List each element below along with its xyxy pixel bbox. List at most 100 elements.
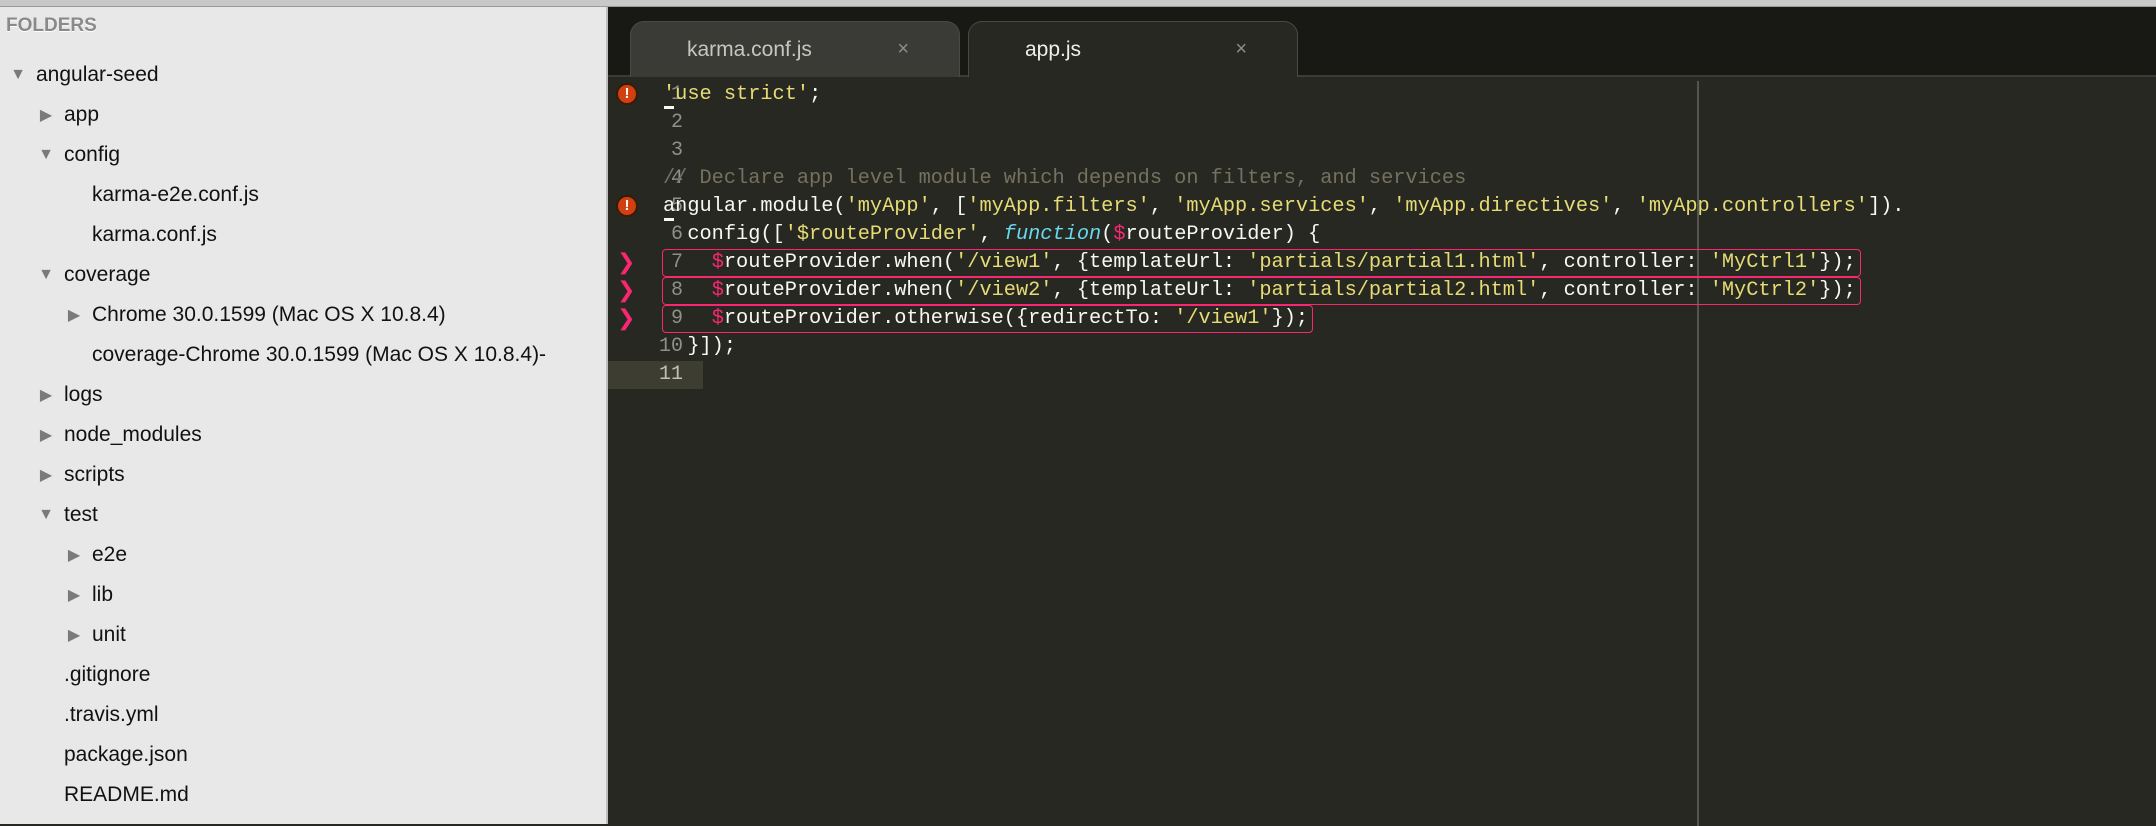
code-token: routeProvider) { bbox=[1125, 223, 1321, 246]
cursor-caret bbox=[664, 218, 674, 221]
code-token: function bbox=[1003, 223, 1102, 246]
tree-item[interactable]: .travis.yml bbox=[0, 695, 606, 735]
line-number: 3 bbox=[670, 139, 683, 162]
tree-item[interactable]: karma.conf.js bbox=[0, 215, 606, 255]
tree-item-label: .gitignore bbox=[64, 663, 151, 686]
code-line: 'use strict'; bbox=[663, 81, 821, 109]
tree-item-label: lib bbox=[92, 583, 114, 606]
disclosure-expanded-icon[interactable]: ▼ bbox=[36, 266, 56, 284]
tree-item-label: coverage-Chrome 30.0.1599 (Mac OS X 10.8… bbox=[92, 343, 547, 366]
tree-item[interactable]: ▶ unit bbox=[0, 615, 606, 655]
tree-item-label: scripts bbox=[64, 463, 125, 486]
tab-bar: karma.conf.js × app.js × bbox=[608, 7, 2156, 77]
tree-item-label: karma-e2e.conf.js bbox=[92, 183, 259, 206]
tree-item[interactable]: package.json bbox=[0, 735, 606, 775]
disclosure-collapsed-icon[interactable]: ▶ bbox=[64, 545, 84, 565]
tree-item-label: e2e bbox=[92, 543, 128, 566]
code-token: , bbox=[1368, 195, 1394, 218]
error-icon[interactable]: ! bbox=[616, 83, 638, 105]
window-title-bar bbox=[0, 0, 2156, 7]
close-icon[interactable]: × bbox=[1235, 38, 1247, 61]
tree-item[interactable]: ▶ Chrome 30.0.1599 (Mac OS X 10.8.4) bbox=[0, 295, 606, 335]
tree-item[interactable]: ▼ test bbox=[0, 495, 606, 535]
lint-highlight-box bbox=[662, 305, 1314, 333]
disclosure-collapsed-icon[interactable]: ▶ bbox=[64, 625, 84, 645]
code-token: , bbox=[979, 223, 1004, 246]
code-token: config([ bbox=[663, 223, 785, 246]
code-line: angular.module('myApp', ['myApp.filters'… bbox=[663, 193, 1904, 221]
tree-item[interactable]: ▶ app bbox=[0, 95, 606, 135]
code-token: , bbox=[1612, 195, 1637, 218]
tree-item[interactable]: ▼ angular-seed bbox=[0, 55, 606, 95]
line-number: 11 bbox=[608, 361, 703, 389]
code-token: , [ bbox=[930, 195, 968, 218]
disclosure-collapsed-icon[interactable]: ▶ bbox=[36, 385, 56, 405]
code-token: }]); bbox=[663, 335, 737, 358]
tree-item[interactable]: ▶ lib bbox=[0, 575, 606, 615]
tree-item[interactable]: coverage-Chrome 30.0.1599 (Mac OS X 10.8… bbox=[0, 335, 606, 375]
disclosure-expanded-icon[interactable]: ▼ bbox=[36, 506, 56, 524]
line-number: 2 bbox=[670, 111, 683, 134]
tree-item-label: Chrome 30.0.1599 (Mac OS X 10.8.4) bbox=[92, 303, 446, 326]
code-token: , bbox=[1149, 195, 1175, 218]
disclosure-expanded-icon[interactable]: ▼ bbox=[8, 66, 28, 84]
code-token: angular.module( bbox=[663, 195, 846, 218]
disclosure-collapsed-icon[interactable]: ▶ bbox=[36, 105, 56, 125]
tree-item-label: coverage bbox=[64, 263, 151, 286]
code-token: ]). bbox=[1867, 195, 1905, 218]
tree-item-label: logs bbox=[64, 383, 103, 406]
tree-item[interactable]: README.md bbox=[0, 775, 606, 815]
arrow-icon[interactable]: ❯ bbox=[617, 305, 635, 333]
tree-item-label: karma.conf.js bbox=[92, 223, 217, 246]
tree-item[interactable]: ▼ coverage bbox=[0, 255, 606, 295]
tree-item-label: app bbox=[64, 103, 100, 126]
code-token: ; bbox=[809, 83, 822, 106]
sidebar: FOLDERS ▼ angular-seed ▶ app ▼ config karma-e2… bbox=[0, 7, 608, 824]
tab-karma-conf[interactable]: karma.conf.js × bbox=[630, 21, 960, 77]
tree-item[interactable]: ▼ config bbox=[0, 135, 606, 175]
tree-item[interactable]: karma-e2e.conf.js bbox=[0, 175, 606, 215]
code-token: ( bbox=[1101, 223, 1114, 246]
code-editor[interactable]: 1!'use strict'; 2 3 4// Declare app level m… bbox=[608, 79, 2156, 826]
cursor-caret bbox=[664, 106, 674, 109]
code-token: 'myApp' bbox=[845, 195, 931, 218]
tab-label: karma.conf.js bbox=[687, 37, 812, 61]
folders-header: FOLDERS bbox=[6, 15, 97, 36]
tree-item[interactable]: ▶ logs bbox=[0, 375, 606, 415]
arrow-icon[interactable]: ❯ bbox=[617, 249, 635, 277]
tab-label: app.js bbox=[1025, 37, 1082, 61]
code-line: config(['$routeProvider', function($rout… bbox=[663, 221, 1320, 249]
lint-highlight-box bbox=[662, 277, 1861, 305]
code-token: 'myApp.controllers' bbox=[1636, 195, 1868, 218]
disclosure-collapsed-icon[interactable]: ▶ bbox=[36, 465, 56, 485]
code-token: 'myApp.filters' bbox=[967, 195, 1150, 218]
disclosure-collapsed-icon[interactable]: ▶ bbox=[36, 425, 56, 445]
tree-item-label: README.md bbox=[64, 783, 189, 806]
tree-item[interactable]: ▶ e2e bbox=[0, 535, 606, 575]
code-token: 'myApp.directives' bbox=[1393, 195, 1613, 218]
code-token: $ bbox=[1113, 223, 1126, 246]
disclosure-collapsed-icon[interactable]: ▶ bbox=[64, 585, 84, 605]
tree-item[interactable]: ▶ scripts bbox=[0, 455, 606, 495]
tree-item[interactable]: .gitignore bbox=[0, 655, 606, 695]
code-line: }]); bbox=[663, 333, 736, 361]
tree-item-label: node_modules bbox=[64, 423, 202, 446]
lint-highlight-box bbox=[662, 249, 1861, 277]
disclosure-expanded-icon[interactable]: ▼ bbox=[36, 146, 56, 164]
close-icon[interactable]: × bbox=[897, 38, 909, 61]
tree-item-label: angular-seed bbox=[36, 63, 159, 86]
code-token: 'use strict' bbox=[663, 83, 810, 106]
tab-app-js[interactable]: app.js × bbox=[968, 21, 1298, 77]
code-token: '$routeProvider' bbox=[784, 223, 980, 246]
tree-item[interactable]: ▶ node_modules bbox=[0, 415, 606, 455]
disclosure-collapsed-icon[interactable]: ▶ bbox=[64, 305, 84, 325]
error-icon[interactable]: ! bbox=[616, 195, 638, 217]
tree-item-label: .travis.yml bbox=[64, 703, 159, 726]
arrow-icon[interactable]: ❯ bbox=[617, 277, 635, 305]
code-line: // Declare app level module which depend… bbox=[663, 165, 1466, 193]
tree-item-label: test bbox=[64, 503, 98, 526]
tree-item-label: unit bbox=[92, 623, 126, 646]
code-token: // Declare app level module which depend… bbox=[663, 167, 1467, 190]
tree-item-label: config bbox=[64, 143, 121, 166]
tree-item-label: package.json bbox=[64, 743, 188, 766]
